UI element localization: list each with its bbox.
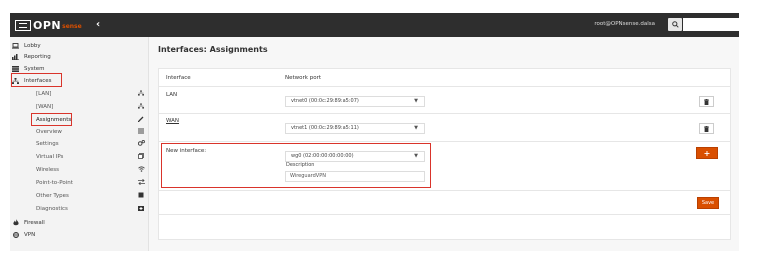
- main-content: Interfaces: Assignments Interface Networ…: [149, 37, 739, 251]
- search-button[interactable]: [668, 18, 682, 31]
- sidebar-subitem-other-types[interactable]: Other Types: [10, 191, 148, 202]
- sitemap-icon: [138, 90, 144, 98]
- sidebar-subitem-overview[interactable]: Overview: [10, 127, 148, 138]
- divider: [159, 86, 730, 87]
- network-port-select-lan[interactable]: vtnet0 (00:0c:29:89:a5:07) ▼: [285, 96, 425, 107]
- network-port-select-wan[interactable]: vtnet1 (00:0c:29:89:a5:11) ▼: [285, 123, 425, 134]
- trash-icon: [704, 125, 709, 132]
- logo-text: OPN: [33, 18, 62, 32]
- delete-button-wan[interactable]: [699, 123, 714, 134]
- wifi-icon: [138, 166, 145, 174]
- column-header-network-port: Network port: [285, 75, 321, 81]
- interface-link-wan[interactable]: WAN: [166, 118, 179, 124]
- sidebar-subitem-label: [WAN]: [36, 104, 54, 110]
- laptop-icon: [12, 42, 19, 49]
- page-title: Interfaces: Assignments: [158, 45, 268, 54]
- server-icon: [12, 65, 19, 72]
- sidebar-subitem-label: Point-to-Point: [36, 180, 73, 186]
- search-input[interactable]: [683, 18, 739, 31]
- sidebar-subitem-label: Wireless: [36, 167, 60, 173]
- sidebar-subitem-wireless[interactable]: Wireless: [10, 165, 148, 176]
- sidebar: Lobby Reporting System Interfaces [LAN]: [10, 37, 149, 251]
- stop-icon: [138, 192, 144, 200]
- globe-icon: [12, 231, 19, 238]
- sidebar-subitem-lan[interactable]: [LAN]: [10, 89, 148, 100]
- new-interface-highlight-box: [161, 143, 431, 188]
- top-bar: OPN sense ‹ root@OPNsense.dalsa: [10, 13, 739, 37]
- select-value: vtnet0 (00:0c:29:89:a5:07): [291, 98, 359, 104]
- gears-icon: [137, 139, 145, 148]
- sidebar-subitem-point-to-point[interactable]: Point-to-Point: [10, 178, 148, 189]
- assignments-panel: Interface Network port LAN vtnet0 (00:0c…: [158, 68, 731, 240]
- sidebar-subitem-settings[interactable]: Settings: [10, 139, 148, 150]
- sidebar-item-label: VPN: [24, 231, 36, 238]
- sidebar-item-label: Reporting: [24, 53, 51, 60]
- sidebar-subitem-label: [LAN]: [36, 91, 52, 97]
- sidebar-item-reporting[interactable]: Reporting: [10, 51, 148, 62]
- add-interface-button[interactable]: +: [696, 147, 718, 159]
- pencil-icon: [138, 116, 144, 124]
- medkit-icon: [138, 205, 144, 213]
- sidebar-collapse-button[interactable]: ‹: [96, 19, 100, 30]
- sidebar-item-lobby[interactable]: Lobby: [10, 40, 148, 51]
- caret-down-icon: ▼: [414, 125, 418, 131]
- user-account-label[interactable]: root@OPNsense.dalsa: [594, 21, 655, 27]
- sidebar-subitem-label: Settings: [36, 141, 59, 147]
- sidebar-subitem-label: Diagnostics: [36, 206, 68, 212]
- search-icon: [671, 21, 679, 28]
- list-icon: [138, 128, 144, 136]
- fire-icon: [12, 219, 19, 226]
- divider: [159, 141, 730, 142]
- save-button[interactable]: Save: [697, 197, 719, 209]
- divider: [159, 214, 730, 215]
- logo-mark-icon: [15, 19, 31, 31]
- chart-icon: [12, 53, 19, 60]
- column-header-interface: Interface: [166, 75, 191, 81]
- delete-button-lan[interactable]: [699, 96, 714, 107]
- trash-icon: [704, 98, 709, 105]
- divider: [159, 113, 730, 114]
- interface-link-lan[interactable]: LAN: [166, 92, 177, 98]
- sidebar-item-label: System: [24, 65, 45, 72]
- plus-icon: +: [703, 148, 711, 158]
- save-label: Save: [701, 200, 715, 206]
- sidebar-subitem-diagnostics[interactable]: Diagnostics: [10, 204, 148, 215]
- sidebar-item-vpn[interactable]: VPN: [10, 229, 148, 240]
- assignments-highlight-box: [31, 113, 72, 126]
- sidebar-item-firewall[interactable]: Firewall: [10, 217, 148, 228]
- divider: [159, 190, 730, 191]
- sidebar-item-label: Lobby: [24, 42, 41, 49]
- interfaces-highlight-box: [11, 73, 62, 87]
- sidebar-subitem-label: Overview: [36, 129, 62, 135]
- logo-subtext: sense: [62, 23, 82, 30]
- sidebar-subitem-label: Virtual IPs: [36, 154, 64, 160]
- sidebar-item-label: Firewall: [24, 219, 45, 226]
- caret-down-icon: ▼: [414, 98, 418, 104]
- opnsense-logo[interactable]: OPN sense: [15, 18, 82, 32]
- exchange-icon: [138, 178, 145, 187]
- app-frame: OPN sense ‹ root@OPNsense.dalsa Lobby Re…: [10, 13, 739, 251]
- copy-icon: [138, 153, 144, 161]
- sidebar-subitem-label: Other Types: [36, 193, 69, 199]
- select-value: vtnet1 (00:0c:29:89:a5:11): [291, 125, 359, 131]
- sidebar-subitem-virtual-ips[interactable]: Virtual IPs: [10, 152, 148, 163]
- sidebar-subitem-wan[interactable]: [WAN]: [10, 102, 148, 113]
- sitemap-icon: [138, 103, 144, 111]
